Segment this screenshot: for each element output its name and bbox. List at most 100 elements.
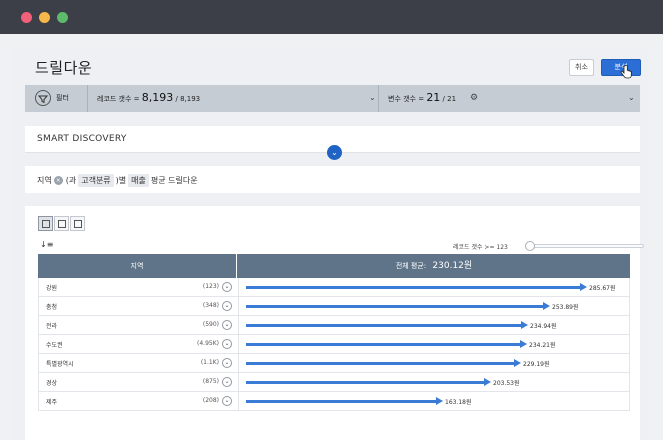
view-mode-buttons	[38, 216, 86, 231]
region-name: 경상	[46, 380, 58, 387]
drilldown-chevron-icon[interactable]: ⌄	[222, 396, 232, 406]
value-label: 253.89원	[552, 304, 579, 311]
variable-count-label: 변수 갯수 =	[388, 95, 425, 103]
app-window: 드릴다운 취소 분석 필터 레코드 갯수 = 8,193 / 8,193 ⌄ 변…	[0, 0, 663, 440]
grid-view-icon[interactable]	[54, 216, 69, 231]
filter-toggle[interactable]: 필터	[25, 85, 88, 112]
column-divider	[238, 297, 239, 315]
drilldown-chevron-icon[interactable]: ⌄	[222, 339, 232, 349]
split-view-icon[interactable]	[70, 216, 85, 231]
value-label: 234.21원	[529, 342, 556, 349]
funnel-icon	[35, 90, 51, 106]
table-row[interactable]: 제주 (208) ⌄ 163.18원	[38, 392, 630, 411]
slider-handle[interactable]	[525, 241, 535, 251]
cancel-button[interactable]: 취소	[569, 59, 594, 76]
window-titlebar	[0, 0, 663, 34]
value-bar	[246, 321, 528, 329]
value-label: 234.94원	[530, 323, 557, 330]
breadcrumb-paren-open: (과	[65, 176, 77, 185]
column-divider	[238, 335, 239, 353]
record-count-dropdown[interactable]: 레코드 갯수 = 8,193 / 8,193 ⌄	[89, 85, 379, 112]
variable-count-dropdown[interactable]: 변수 갯수 = 21 / 21 ⚙ ⌄	[380, 85, 640, 112]
record-count: (1.1K)	[200, 359, 219, 366]
column-divider	[238, 354, 239, 372]
table-body: 강원 (123) ⌄ 285.67원 충청 (348) ⌄ 253.89원 전라 (590) ⌄ 23…	[38, 278, 630, 411]
record-count: (208)	[202, 397, 219, 404]
breadcrumb-dimension: 지역	[37, 176, 52, 185]
close-window-button[interactable]	[21, 12, 32, 23]
drilldown-chevron-icon[interactable]: ⌄	[222, 301, 232, 311]
column-divider	[238, 316, 239, 334]
column-header-region[interactable]: 지역	[38, 254, 237, 278]
column-divider	[238, 373, 239, 391]
region-name: 충청	[46, 304, 58, 311]
record-count-value: 8,193	[141, 91, 174, 104]
record-count-label: 레코드 갯수 =	[97, 95, 140, 103]
drilldown-breadcrumb: 지역 × (과 고객분류 )별 매출 평균 드릴다운	[25, 166, 640, 193]
table-row[interactable]: 수도권 (4.95K) ⌄ 234.21원	[38, 335, 630, 354]
page-title: 드릴다운	[35, 59, 93, 77]
smart-discovery-panel: SMART DISCOVERY ⌄	[25, 126, 640, 160]
page-header: 드릴다운 취소 분석	[14, 48, 649, 84]
region-name: 강원	[46, 285, 58, 292]
gear-icon[interactable]: ⚙	[470, 93, 478, 103]
value-bar	[246, 283, 587, 291]
value-bar	[246, 302, 550, 310]
region-name: 제주	[46, 399, 58, 406]
table-view-icon[interactable]	[38, 216, 53, 231]
value-label: 203.53원	[493, 380, 520, 387]
record-count-text: 레코드 갯수 = 8,193 / 8,193	[97, 91, 200, 104]
table-row[interactable]: 충청 (348) ⌄ 253.89원	[38, 297, 630, 316]
drilldown-chevron-icon[interactable]: ⌄	[222, 358, 232, 368]
value-bar	[246, 340, 527, 348]
table-row[interactable]: 특별광역시 (1.1K) ⌄ 229.19원	[38, 354, 630, 373]
value-label: 229.19원	[523, 361, 550, 368]
smart-discovery-title: SMART DISCOVERY	[37, 134, 127, 144]
drilldown-table: 지역 전체 평균: 230.12원 강원 (123) ⌄ 285.67원 충청 (348)…	[38, 254, 630, 411]
chevron-down-icon: ⌄	[369, 93, 376, 102]
breadcrumb-suffix: 평균 드릴다운	[150, 176, 198, 185]
value-label: 285.67원	[589, 285, 616, 292]
record-count: (590)	[202, 321, 219, 328]
table-header: 지역 전체 평균: 230.12원	[38, 254, 630, 278]
column-divider	[238, 392, 239, 410]
variable-count-value: 21	[426, 91, 441, 104]
minimize-window-button[interactable]	[39, 12, 50, 23]
table-row[interactable]: 전라 (590) ⌄ 234.94원	[38, 316, 630, 335]
hand-cursor-icon	[620, 65, 632, 79]
maximize-window-button[interactable]	[57, 12, 68, 23]
breadcrumb-row: 지역 × (과 고객분류 )별 매출 평균 드릴다운	[37, 174, 198, 187]
region-name: 수도권	[46, 342, 63, 349]
remove-dimension-icon[interactable]: ×	[53, 176, 63, 185]
overall-average-value: 230.12원	[432, 261, 473, 271]
sort-icon[interactable]: ↓≡	[40, 240, 53, 249]
expand-chevron-icon[interactable]: ⌄	[327, 145, 342, 160]
value-label: 163.18원	[445, 399, 472, 406]
column-divider	[238, 278, 239, 296]
value-bar	[246, 359, 521, 367]
breadcrumb-measure-chip[interactable]: 매출	[128, 174, 149, 187]
value-bar	[246, 397, 443, 405]
record-count: (875)	[202, 378, 219, 385]
breadcrumb-group-chip[interactable]: 고객분류	[78, 174, 114, 187]
drilldown-chevron-icon[interactable]: ⌄	[222, 282, 232, 292]
record-count: (123)	[202, 283, 219, 290]
variable-count-text: 변수 갯수 = 21 / 21	[388, 91, 456, 104]
chevron-down-icon: ⌄	[628, 93, 635, 102]
breadcrumb-paren-close: )별	[115, 176, 127, 185]
record-threshold-slider[interactable]	[525, 241, 644, 251]
record-count-total: / 8,193	[175, 95, 201, 103]
drilldown-chevron-icon[interactable]: ⌄	[222, 320, 232, 330]
table-row[interactable]: 강원 (123) ⌄ 285.67원	[38, 278, 630, 297]
filter-label: 필터	[56, 94, 69, 102]
region-name: 전라	[46, 323, 58, 330]
drilldown-panel: ↓≡ 레코드 갯수 >= 123 지역 전체 평균: 230.12원 강원 (12…	[25, 206, 644, 440]
column-header-average: 전체 평균: 230.12원	[238, 254, 630, 278]
region-name: 특별광역시	[46, 361, 74, 368]
overall-average-label: 전체 평균:	[395, 262, 427, 270]
record-threshold-label: 레코드 갯수 >= 123	[453, 244, 508, 251]
table-row[interactable]: 경상 (875) ⌄ 203.53원	[38, 373, 630, 392]
record-count: (4.95K)	[197, 340, 219, 347]
main-content: 드릴다운 취소 분석 필터 레코드 갯수 = 8,193 / 8,193 ⌄ 변…	[14, 48, 649, 440]
drilldown-chevron-icon[interactable]: ⌄	[222, 377, 232, 387]
